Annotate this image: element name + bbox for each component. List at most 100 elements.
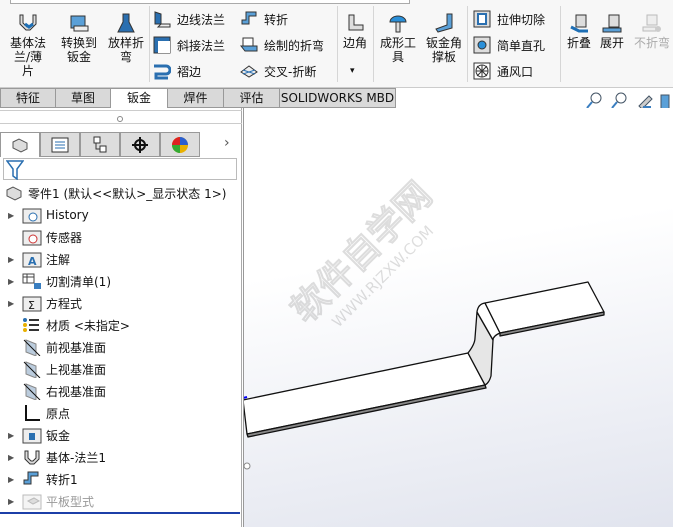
tab-weldments[interactable]: 焊件 — [167, 88, 224, 108]
zoom-to-fit-icon[interactable] — [586, 92, 602, 109]
tree-item-front-plane[interactable]: 前视基准面 — [0, 336, 106, 358]
model-viewport[interactable]: 软件自学网 WWW.RJZXW.COM — [242, 108, 673, 527]
tree-item-label: 方程式 — [46, 296, 83, 311]
tab-configuration-manager[interactable] — [80, 132, 120, 157]
tab-evaluate[interactable]: 评估 — [223, 88, 280, 108]
extruded-cut-button[interactable]: 拉伸切除 — [473, 9, 545, 29]
base-flange-button[interactable]: 基体法 兰/薄片 — [8, 12, 48, 78]
vent-button[interactable]: 通风口 — [473, 61, 533, 81]
expand-arrow-icon[interactable]: ▶ — [0, 277, 16, 286]
unfold-icon — [602, 14, 622, 33]
part-icon — [12, 138, 28, 153]
viewport-splitter-handle[interactable] — [243, 462, 251, 470]
tab-features[interactable]: 特征 — [0, 88, 56, 108]
expand-arrow-icon[interactable]: ▶ — [0, 475, 16, 484]
expand-arrow-icon[interactable]: ▶ — [0, 431, 16, 440]
tree-item-history[interactable]: ▶ History — [0, 204, 89, 226]
tab-sketch[interactable]: 草图 — [55, 88, 111, 108]
right-plane-icon — [23, 383, 41, 400]
corners-button[interactable]: 边角 — [340, 12, 370, 50]
edge-flange-button[interactable]: 边线法兰 — [153, 9, 225, 29]
expand-arrow-icon[interactable]: ▶ — [0, 255, 16, 264]
tab-property-manager[interactable] — [40, 132, 80, 157]
sketched-bend-button[interactable]: 绘制的折弯 — [240, 35, 324, 55]
display-manager-icon — [172, 136, 188, 153]
tree-item-right-plane[interactable]: 右视基准面 — [0, 380, 106, 402]
expand-arrow-icon[interactable]: ▶ — [0, 497, 16, 506]
expand-arrow-icon[interactable]: ▶ — [0, 299, 16, 308]
tree-item-material[interactable]: 材质 <未指定> — [0, 314, 130, 336]
separator — [373, 6, 374, 82]
tree-item-top-plane[interactable]: 上视基准面 — [0, 358, 106, 380]
tab-display-manager[interactable] — [160, 132, 200, 157]
jog-button[interactable]: 转折 — [240, 9, 288, 29]
base-flange-icon — [24, 450, 40, 465]
gusset-icon — [435, 13, 453, 33]
tree-item-flat-pattern[interactable]: ▶ 平板型式 — [0, 490, 94, 512]
simple-hole-icon — [473, 36, 491, 54]
tree-item-base-flange[interactable]: ▶ 基体-法兰1 — [0, 446, 106, 468]
tree-item-sensors[interactable]: 传感器 — [0, 226, 82, 248]
section-view-icon[interactable] — [660, 94, 670, 110]
tree-item-cut-list[interactable]: ▶ 切割清单(1) — [0, 270, 111, 292]
fold-button[interactable]: 折叠 — [565, 12, 593, 50]
feature-manager-panel: › 零件1 (默认<<默认>_显示状态 1>) ▶ History 传感器 ▶ A 注解 ▶… — [0, 108, 242, 527]
flat-pattern-icon — [22, 494, 42, 510]
corners-dropdown[interactable]: ▾ — [350, 66, 355, 76]
tree-item-label: History — [46, 208, 89, 222]
forming-tool-button[interactable]: 成形工具 — [378, 12, 418, 64]
tree-item-sheet-metal[interactable]: ▶ 钣金 — [0, 424, 70, 446]
tree-item-label: 前视基准面 — [46, 340, 107, 355]
edge-flange-icon — [154, 11, 171, 28]
fold-icon — [570, 14, 588, 33]
zoom-to-area-icon[interactable] — [611, 92, 627, 109]
no-bends-button[interactable]: 不折弯 — [632, 12, 672, 50]
origin-icon — [25, 405, 40, 421]
jog-icon — [23, 471, 39, 485]
panel-splitter-handle[interactable] — [117, 116, 123, 122]
tree-item-label: 材质 <未指定> — [46, 318, 130, 333]
tab-sheet-metal[interactable]: 钣金 — [110, 88, 168, 108]
command-manager: 基体法 兰/薄片 转换到 钣金 放样折弯 边线法兰 斜接法兰 褶边 转折 绘制的折弯… — [0, 0, 673, 88]
cross-break-icon — [240, 65, 258, 78]
tab-dimxpert-manager[interactable] — [120, 132, 160, 157]
tree-item-label: 切割清单(1) — [46, 274, 111, 289]
tree-item-origin[interactable]: 原点 — [0, 402, 70, 424]
tree-item-annotations[interactable]: ▶ A 注解 — [0, 248, 70, 270]
expand-arrow-icon[interactable]: ▶ — [0, 453, 16, 462]
tree-root-part[interactable]: 零件1 (默认<<默认>_显示状态 1>) — [0, 182, 226, 204]
sheet-metal-gusset-button[interactable]: 钣金角 撑板 — [424, 12, 464, 64]
tree-item-equations[interactable]: ▶ Σ 方程式 — [0, 292, 82, 314]
lofted-bend-button[interactable]: 放样折弯 — [105, 12, 147, 64]
property-list-icon — [51, 137, 69, 152]
tab-feature-manager[interactable] — [0, 132, 40, 157]
rollback-bar[interactable] — [0, 512, 240, 514]
sketched-bend-icon — [240, 37, 258, 52]
tree-item-label: 平板型式 — [46, 494, 95, 509]
front-plane-icon — [23, 339, 41, 356]
simple-hole-button[interactable]: 简单直孔 — [473, 35, 545, 55]
unfold-button[interactable]: 展开 — [598, 12, 626, 50]
sheet-metal-icon — [22, 428, 42, 444]
no-bends-icon — [642, 14, 661, 32]
graphics-area[interactable]: 软件自学网 WWW.RJZXW.COM — [242, 108, 673, 527]
tree-item-jog[interactable]: ▶ 转折1 — [0, 468, 78, 490]
watermark: 软件自学网 WWW.RJZXW.COM — [283, 173, 441, 331]
convert-icon — [70, 15, 89, 32]
top-plane-icon — [23, 361, 41, 378]
cross-break-button[interactable]: 交叉-折断 — [240, 61, 316, 81]
expand-arrow-icon[interactable]: ▶ — [0, 211, 16, 220]
separator — [149, 6, 150, 82]
panel-tabs-more-arrow[interactable]: › — [224, 135, 230, 151]
miter-flange-icon — [153, 36, 171, 54]
convert-to-sheet-metal-button[interactable]: 转换到 钣金 — [58, 12, 100, 64]
tree-filter-field[interactable] — [3, 158, 237, 181]
miter-flange-button[interactable]: 斜接法兰 — [153, 35, 225, 55]
configuration-icon — [93, 136, 107, 152]
tab-mbd[interactable]: SOLIDWORKS MBD — [279, 88, 396, 108]
divider — [0, 110, 242, 111]
sensors-icon — [22, 230, 42, 246]
hem-button[interactable]: 褶边 — [153, 61, 201, 81]
tree-item-label: 右视基准面 — [46, 384, 107, 399]
svg-text:Σ: Σ — [28, 299, 35, 312]
